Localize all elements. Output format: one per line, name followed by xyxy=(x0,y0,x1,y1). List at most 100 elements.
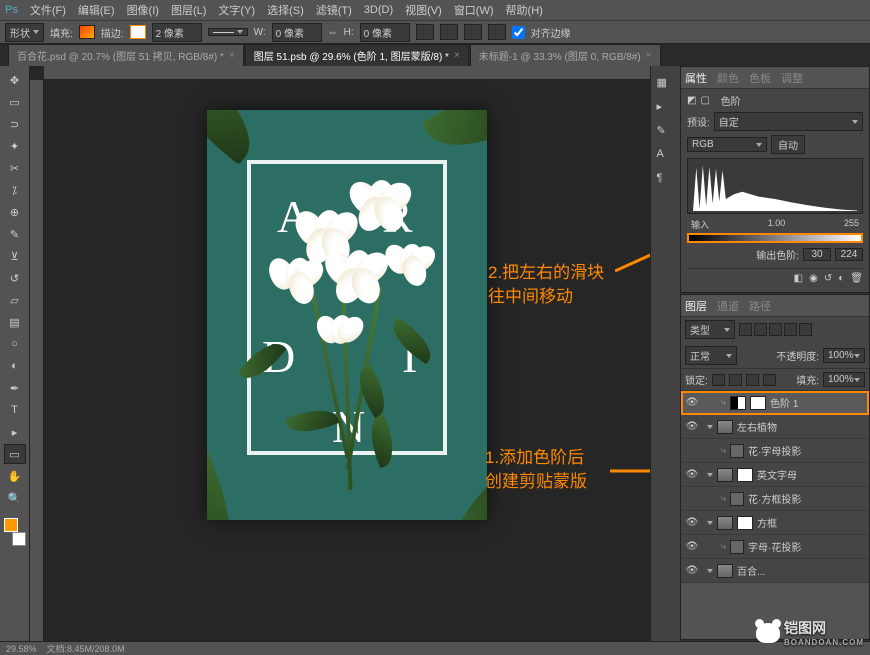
move-tool[interactable]: ✥ xyxy=(4,70,26,90)
visibility-icon[interactable]: 👁 xyxy=(685,469,699,480)
layer-thumbnail[interactable] xyxy=(717,564,733,578)
lock-all-icon[interactable] xyxy=(763,374,776,386)
layer-thumbnail[interactable] xyxy=(730,492,744,506)
tab-paths[interactable]: 路径 xyxy=(749,298,771,314)
layer-thumbnail[interactable] xyxy=(717,420,733,434)
layer-row[interactable]: 👁⤷色阶 1 xyxy=(681,391,869,415)
layer-row[interactable]: 👁左右植物 xyxy=(681,415,869,439)
close-icon[interactable]: × xyxy=(646,50,652,61)
folder-toggle-icon[interactable] xyxy=(707,569,713,573)
doc-tab-2[interactable]: 图层 51.psb @ 29.6% (色阶 1, 图层蒙版/8) *× xyxy=(245,44,469,66)
layer-thumbnail[interactable] xyxy=(730,444,744,458)
filter-pixel-icon[interactable] xyxy=(739,323,752,336)
hand-tool[interactable]: ✋ xyxy=(4,466,26,486)
filter-adj-icon[interactable] xyxy=(754,323,767,336)
arrange-icon[interactable] xyxy=(464,24,482,40)
fill-swatch[interactable] xyxy=(79,25,95,39)
dodge-tool[interactable]: ◐ xyxy=(4,356,26,376)
layer-thumbnail[interactable] xyxy=(737,468,753,482)
layer-name[interactable]: 花·字母投影 xyxy=(748,443,801,458)
layer-thumbnail[interactable] xyxy=(737,516,753,530)
layer-name[interactable]: 英文字母 xyxy=(757,467,797,482)
layer-row[interactable]: 👁 英文字母 xyxy=(681,463,869,487)
stroke-style-dropdown[interactable] xyxy=(208,28,248,36)
close-icon[interactable]: × xyxy=(229,50,235,61)
preset-dropdown[interactable]: 自定 xyxy=(714,112,863,131)
path-ops-icon[interactable] xyxy=(416,24,434,40)
layer-row[interactable]: ⤷花·方框投影 xyxy=(681,487,869,511)
ruler-horizontal[interactable] xyxy=(44,66,650,80)
doc-tab-1[interactable]: 百合花.psd @ 20.7% (图层 51 拷贝, RGB/8#) *× xyxy=(8,44,244,66)
fill-opacity-input[interactable]: 100% xyxy=(823,372,865,387)
layer-name[interactable]: 色阶 1 xyxy=(770,395,798,410)
foreground-color[interactable] xyxy=(4,518,18,532)
output-low[interactable]: 30 xyxy=(803,248,831,261)
doc-tab-3[interactable]: 未标题-1 @ 33.3% (图层 0, RGB/8#)× xyxy=(470,44,661,66)
layer-row[interactable]: 👁 方框 xyxy=(681,511,869,535)
layer-name[interactable]: 方框 xyxy=(757,515,777,530)
layer-thumbnail[interactable] xyxy=(717,468,733,482)
tab-color[interactable]: 颜色 xyxy=(717,70,739,86)
menu-file[interactable]: 文件(F) xyxy=(30,2,66,18)
folder-toggle-icon[interactable] xyxy=(707,521,713,525)
folder-toggle-icon[interactable] xyxy=(707,425,713,429)
visibility-icon[interactable]: 👁 xyxy=(685,517,699,528)
filter-type-icon[interactable] xyxy=(769,323,782,336)
layer-name[interactable]: 字母·花投影 xyxy=(748,539,801,554)
char-panel-icon[interactable]: A xyxy=(657,148,675,164)
menu-edit[interactable]: 编辑(E) xyxy=(78,2,115,18)
layer-row[interactable]: ⤷花·字母投影 xyxy=(681,439,869,463)
height-input[interactable]: 0 像素 xyxy=(360,23,410,42)
stroke-swatch[interactable] xyxy=(130,25,146,39)
layer-thumbnail[interactable] xyxy=(730,540,744,554)
gradient-tool[interactable]: ▤ xyxy=(4,312,26,332)
pen-tool[interactable]: ✒ xyxy=(4,378,26,398)
layer-name[interactable]: 花·方框投影 xyxy=(748,491,801,506)
rectangle-tool[interactable]: ▭ xyxy=(4,444,26,464)
layer-thumbnail[interactable] xyxy=(717,516,733,530)
menu-image[interactable]: 图像(I) xyxy=(127,2,159,18)
menu-select[interactable]: 选择(S) xyxy=(267,2,304,18)
color-swatches[interactable] xyxy=(4,518,26,546)
wand-tool[interactable]: ✦ xyxy=(4,136,26,156)
heal-tool[interactable]: ⊕ xyxy=(4,202,26,222)
tab-swatches[interactable]: 色板 xyxy=(749,70,771,86)
path-select-tool[interactable]: ▸ xyxy=(4,422,26,442)
gear-icon[interactable] xyxy=(488,24,506,40)
lasso-tool[interactable]: ⊃ xyxy=(4,114,26,134)
filter-smart-icon[interactable] xyxy=(799,323,812,336)
align-edges-checkbox[interactable] xyxy=(512,26,525,39)
eraser-tool[interactable]: ▱ xyxy=(4,290,26,310)
align-icon[interactable] xyxy=(440,24,458,40)
doc-info[interactable]: 文档:8.45M/208.0M xyxy=(47,642,125,655)
menu-help[interactable]: 帮助(H) xyxy=(506,2,543,18)
menu-filter[interactable]: 滤镜(T) xyxy=(316,2,352,18)
blend-mode-dropdown[interactable]: 正常 xyxy=(685,346,737,365)
tab-channels[interactable]: 通道 xyxy=(717,298,739,314)
tab-adjustments[interactable]: 调整 xyxy=(781,70,803,86)
visibility-icon[interactable]: 👁 xyxy=(685,541,699,552)
layer-thumbnail[interactable] xyxy=(750,396,766,410)
menu-window[interactable]: 窗口(W) xyxy=(454,2,494,18)
shape-mode-dropdown[interactable]: 形状 xyxy=(5,23,44,42)
history-panel-icon[interactable]: ▦ xyxy=(657,76,675,92)
layer-row[interactable]: 👁百合... xyxy=(681,559,869,583)
menu-type[interactable]: 文字(Y) xyxy=(218,2,255,18)
view-prev-icon[interactable]: ◉ xyxy=(809,273,818,284)
visibility-icon[interactable]: 👁 xyxy=(685,397,699,408)
eyedropper-tool[interactable]: ⁒ xyxy=(4,180,26,200)
folder-toggle-icon[interactable] xyxy=(707,473,713,477)
stamp-tool[interactable]: ⊻ xyxy=(4,246,26,266)
canvas[interactable]: A R D I N xyxy=(44,80,650,641)
trash-icon[interactable]: 🗑 xyxy=(850,273,863,284)
filter-shape-icon[interactable] xyxy=(784,323,797,336)
tab-properties[interactable]: 属性 xyxy=(685,70,707,86)
visibility-icon[interactable]: 👁 xyxy=(685,421,699,432)
lock-pos-icon[interactable] xyxy=(746,374,759,386)
histogram[interactable] xyxy=(687,158,863,214)
tab-layers[interactable]: 图层 xyxy=(685,298,707,314)
filter-kind-dropdown[interactable]: 类型 xyxy=(685,320,735,339)
toggle-icon[interactable]: ◐ xyxy=(838,273,844,284)
channel-dropdown[interactable]: RGB xyxy=(687,137,767,152)
type-tool[interactable]: T xyxy=(4,400,26,420)
